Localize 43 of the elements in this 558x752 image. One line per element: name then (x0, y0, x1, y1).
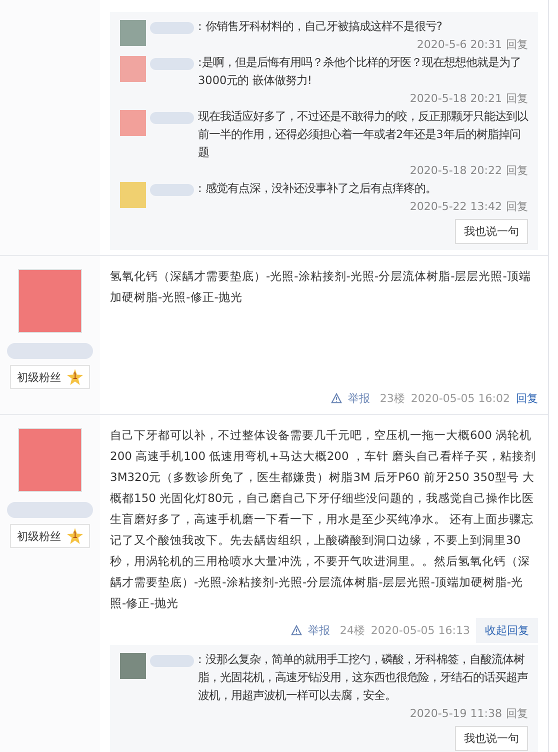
reply-toggle[interactable]: 回复 (516, 388, 538, 409)
reply-link[interactable]: 回复 (506, 38, 528, 51)
avatar-placeholder[interactable] (18, 269, 82, 333)
reply-text: : 你销售牙科材料的，自己牙被搞成这样不是很亏? (198, 19, 444, 35)
warning-icon[interactable] (290, 625, 302, 636)
reply-toggle[interactable]: 收起回复 (476, 618, 538, 643)
report-link[interactable]: 举报 (348, 391, 370, 406)
reply-link[interactable]: 回复 (506, 707, 528, 720)
fan-level-label: 初级粉丝 (17, 528, 61, 544)
reply-avatar[interactable] (120, 56, 146, 82)
post-text: 氢氧化钙（深龋才需要垫底）-光照-涂粘接剂-光照-分层流体树脂-层层光照-顶端加硬树脂-光照-修正-抛光 (110, 268, 532, 306)
warning-icon[interactable] (330, 393, 342, 404)
comment-button[interactable]: 我也说一句 (455, 726, 528, 751)
reply-link[interactable]: 回复 (506, 200, 528, 213)
post-text: 自己下牙都可以补，不过整体设备需要几千元吧，空压机一拖一大概600 涡轮机200 高速手机100 低速用弯机+马达大概200 ，车针 磨头自己看样子买，粘接剂3M320元（多数诊所免了，医生都嫌贵）树脂3M 后牙P60 前牙250 350型号 大概都150 光固化灯80元，自己磨自己下牙仔细些没问题的，我感觉自己操作比医生盲磨好多了，高速手机磨一下看一下，用水是至少买纯净水。 还有上面步骤忘记了又个酸蚀我改下。先去龋齿组织，上酸磷酸到洞口边缘，不要上到洞里30秒，用涡轮机的三用枪喷水大量冲洗，不要开气吹进洞里。。然后氢氧化钙（深龋才需要垫底）-光照-涂粘接剂-光照-分层流体树脂-层层光照-顶端加硬树脂-光照-修正-抛光 (110, 427, 538, 612)
post-time: 2020-05-05 16:13 (370, 624, 470, 637)
reply-link[interactable]: 回复 (506, 164, 528, 177)
report-link[interactable]: 举报 (308, 623, 330, 638)
blurred-username (150, 58, 194, 70)
reply-avatar[interactable] (120, 20, 146, 46)
reply-avatar[interactable] (120, 182, 146, 208)
reply-time: 2020-5-6 20:31 (416, 38, 502, 51)
reply-link[interactable]: 回复 (506, 92, 528, 105)
avatar-placeholder[interactable] (18, 428, 82, 492)
fan-level-label: 初级粉丝 (17, 370, 61, 384)
reply-text: : 感觉有点深，没补还没事补了之后有点痒疼的。 (198, 181, 438, 197)
reply-text: : 没那么复杂，简单的就用手工挖勺，磷酸，牙科棉签，自酸流体树脂，光固花机，高速牙钻没用，这东西也很危险，牙结石的话买超声波机，用超声波机一样可以去腐，安全。 (198, 652, 528, 704)
floor-number: 24楼 (340, 623, 365, 638)
post-time: 2020-05-05 16:02 (410, 392, 510, 405)
reply-avatar[interactable] (120, 110, 146, 136)
blurred-username (150, 112, 194, 124)
floor-number: 23楼 (380, 391, 405, 406)
blurred-username (150, 655, 194, 667)
comment-button[interactable]: 我也说一句 (455, 219, 528, 244)
reply-time: 2020-5-22 13:42 (410, 200, 502, 213)
blurred-username (150, 22, 194, 34)
blurred-username (150, 184, 194, 196)
reply-time: 2020-5-18 20:21 (410, 92, 502, 105)
reply-time: 2020-5-19 11:38 (410, 707, 502, 720)
reply-time: 2020-5-18 20:22 (410, 164, 502, 177)
reply-text: :是啊，但是后悔有用吗？杀他个比样的牙医？现在想想他就是为了3000元的 嵌体做努力! (198, 55, 522, 89)
reply-avatar[interactable] (120, 653, 146, 679)
reply-text: 现在我适应好多了，不过还是不敢得力的咬，反正那颗牙只能达到以前一半的作用，还得必须担心着一年或者2年还是3年后的树脂掉问题 (198, 109, 528, 161)
